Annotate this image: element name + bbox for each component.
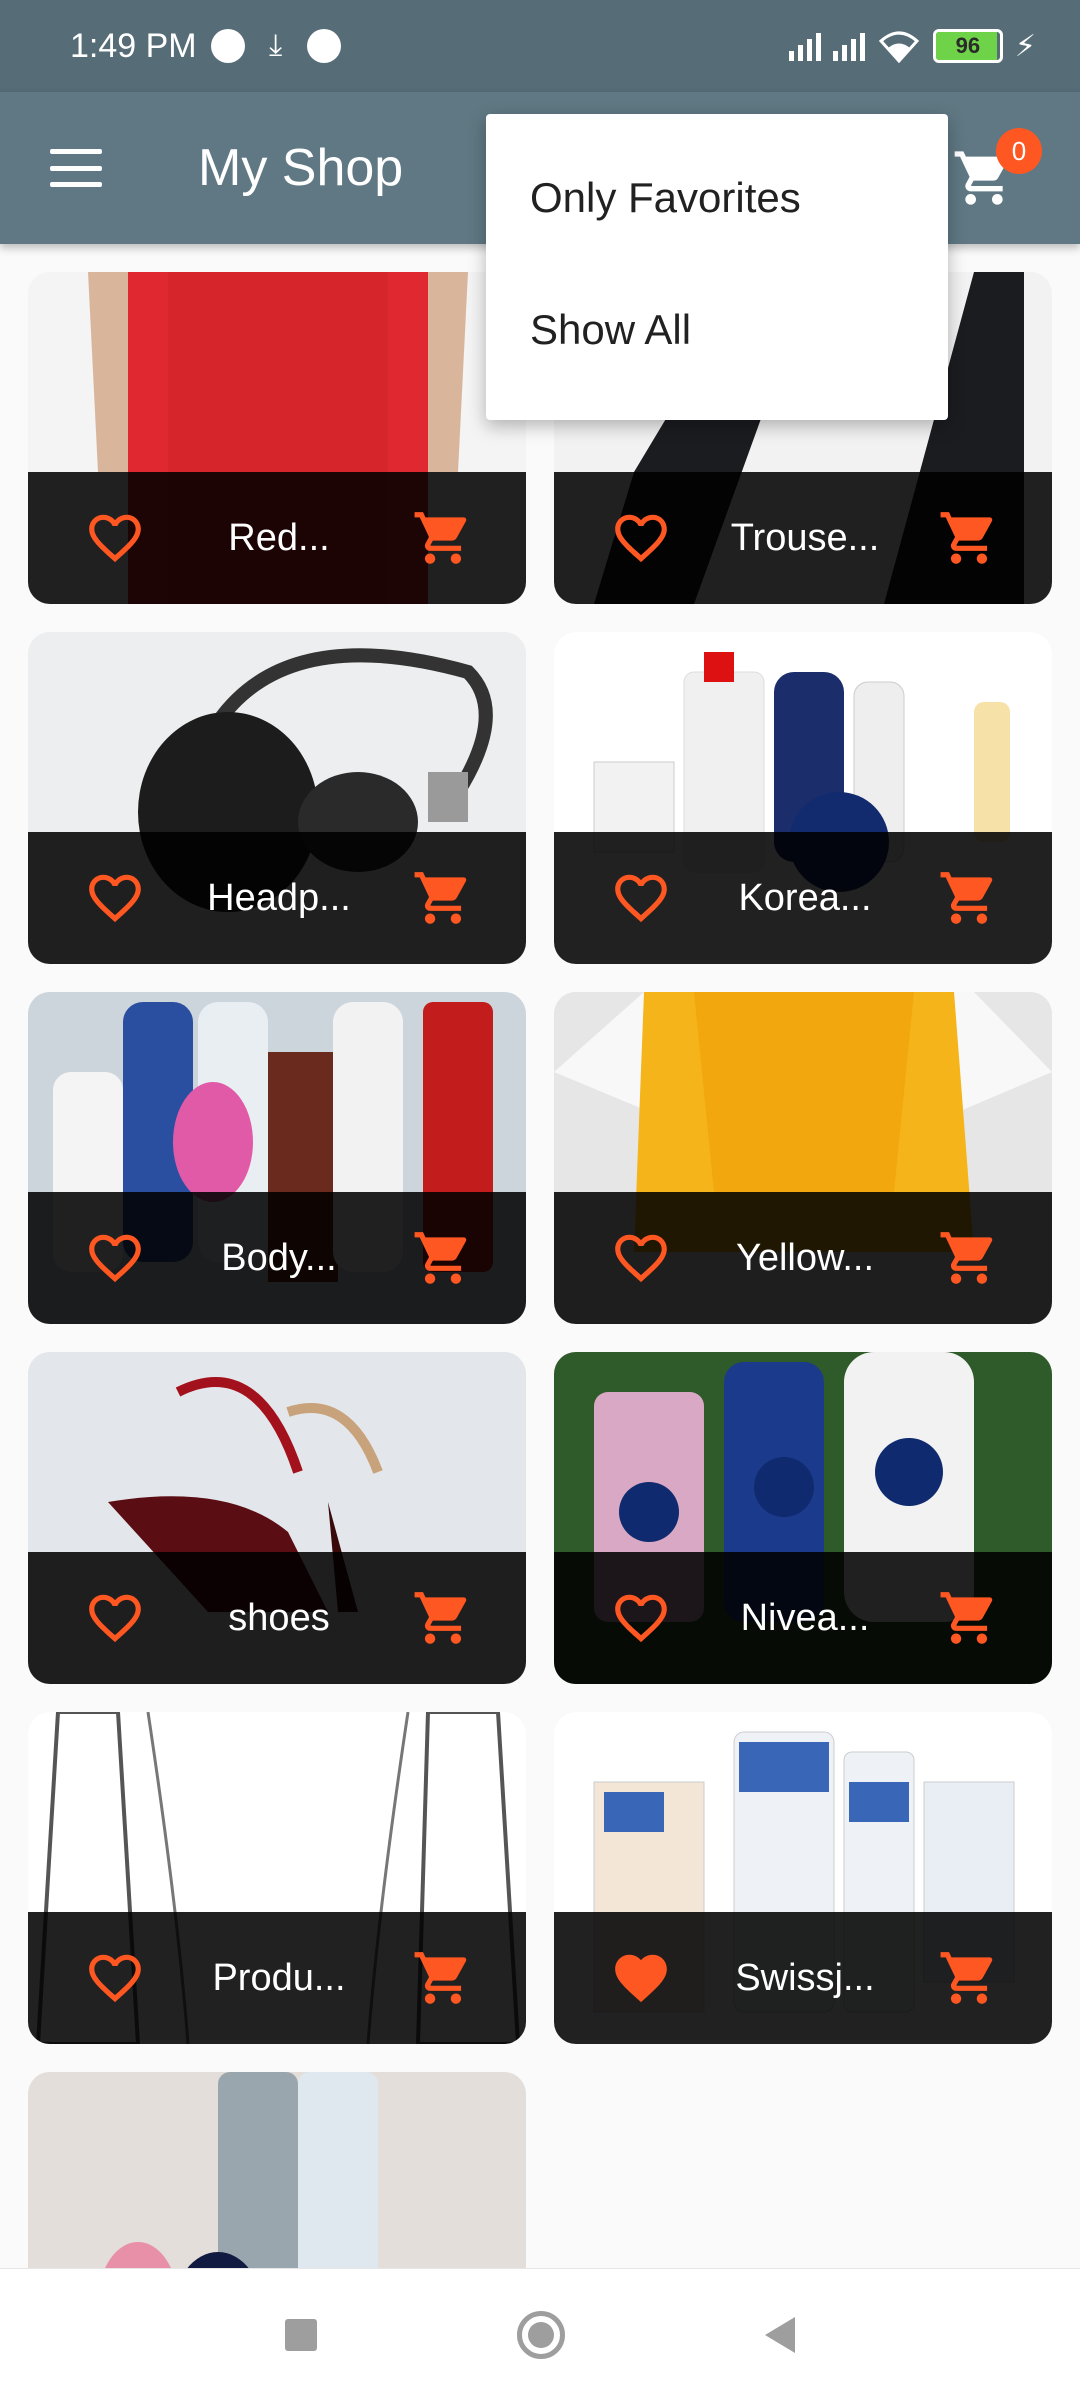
signal-icon (832, 31, 865, 61)
card-footer: Swissj... (554, 1912, 1052, 2044)
add-to-cart-icon[interactable] (938, 507, 1000, 569)
cart-count-badge: 0 (996, 128, 1042, 174)
product-card[interactable]: Swissj... (554, 1712, 1052, 2044)
product-card[interactable]: Nivea... (554, 1352, 1052, 1684)
favorite-outline-icon[interactable] (610, 1587, 672, 1649)
recents-button[interactable] (285, 2318, 317, 2351)
signal-icon (788, 31, 821, 61)
wifi-icon (878, 31, 920, 63)
favorite-outline-icon[interactable] (84, 1227, 146, 1289)
card-footer: Red... (28, 472, 526, 604)
card-footer: Korea... (554, 832, 1052, 964)
add-to-cart-icon[interactable] (938, 1227, 1000, 1289)
system-nav-bar (0, 2268, 1080, 2400)
charging-icon: ⚡ (1014, 29, 1036, 63)
favorite-outline-icon[interactable] (610, 507, 672, 569)
add-to-cart-icon[interactable] (412, 1227, 474, 1289)
add-to-cart-icon[interactable] (938, 1587, 1000, 1649)
card-footer: Headp... (28, 832, 526, 964)
product-title: Korea... (738, 876, 872, 919)
status-time: 1:49 PM (70, 26, 197, 65)
card-footer: Yellow... (554, 1192, 1052, 1324)
favorite-outline-icon[interactable] (84, 1947, 146, 2009)
favorite-outline-icon[interactable] (84, 507, 146, 569)
back-button[interactable] (765, 2316, 795, 2353)
cart-button[interactable]: 0 (952, 122, 1042, 212)
product-title: Swissj... (735, 1956, 875, 1999)
battery-icon: 96 (932, 29, 1003, 63)
add-to-cart-icon[interactable] (412, 867, 474, 929)
product-title: Trouse... (730, 516, 880, 559)
add-to-cart-icon[interactable] (412, 1947, 474, 2009)
product-card[interactable]: Red... (28, 272, 526, 604)
product-title: Red... (228, 516, 330, 559)
product-title: shoes (228, 1596, 330, 1639)
product-title: Produ... (212, 1956, 346, 1999)
add-to-cart-icon[interactable] (938, 867, 1000, 929)
product-card[interactable]: shoes (28, 1352, 526, 1684)
card-footer: Body... (28, 1192, 526, 1324)
page-title: My Shop (198, 139, 404, 197)
product-title: Headp... (207, 876, 351, 919)
favorite-outline-icon[interactable] (84, 1587, 146, 1649)
add-to-cart-icon[interactable] (412, 1587, 474, 1649)
product-card[interactable]: Headp... (28, 632, 526, 964)
menu-item-show-all[interactable]: Show All (486, 264, 948, 396)
menu-icon[interactable] (50, 149, 102, 187)
product-title: Yellow... (735, 1236, 875, 1279)
menu-item-only-favorites[interactable]: Only Favorites (486, 132, 948, 264)
filter-popup-menu: Only Favorites Show All (486, 114, 948, 420)
card-footer: Trouse... (554, 472, 1052, 604)
download-icon: ⤓ (268, 29, 283, 62)
product-title: Nivea... (740, 1596, 870, 1639)
product-card[interactable]: Yellow... (554, 992, 1052, 1324)
favorite-outline-icon[interactable] (610, 1227, 672, 1289)
favorite-outline-icon[interactable] (84, 867, 146, 929)
product-card[interactable]: Produ... (28, 1712, 526, 2044)
status-bar: 1:49 PM ⤓ 96 ⚡ (0, 0, 1080, 92)
notification-icon (210, 29, 245, 63)
notification-icon (306, 29, 341, 63)
product-card[interactable]: Body... (28, 992, 526, 1324)
home-button[interactable] (517, 2310, 565, 2359)
product-grid: Red... Trouse... Headp... Korea... Body.… (28, 272, 1052, 2400)
card-footer: shoes (28, 1552, 526, 1684)
card-footer: Produ... (28, 1912, 526, 2044)
product-title: Body... (221, 1236, 337, 1279)
battery-level: 96 (955, 33, 981, 58)
card-footer: Nivea... (554, 1552, 1052, 1684)
favorite-outline-icon[interactable] (610, 867, 672, 929)
favorite-filled-icon[interactable] (610, 1947, 672, 2009)
product-card[interactable]: Korea... (554, 632, 1052, 964)
add-to-cart-icon[interactable] (938, 1947, 1000, 2009)
add-to-cart-icon[interactable] (412, 507, 474, 569)
